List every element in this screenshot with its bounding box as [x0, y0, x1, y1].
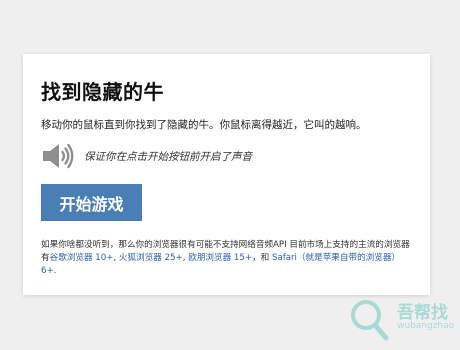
magnifier-icon — [351, 300, 389, 341]
game-card: 找到隐藏的牛 移动你的鼠标直到你找到了隐藏的牛。你鼠标离得越近，它叫的越响。 保… — [23, 54, 430, 295]
page-title: 找到隐藏的牛 — [41, 80, 164, 104]
firefox-link[interactable]: 火狐浏览器 25+ — [119, 253, 183, 263]
instructions-text: 移动你的鼠标直到你找到了隐藏的牛。你鼠标离得越近，它叫的越响。 — [41, 119, 367, 131]
sound-hint-text: 保证你在点击开始按钮前开启了声音 — [84, 150, 252, 163]
opera-link[interactable]: 欧朋浏览器 15+ — [188, 253, 252, 263]
start-game-button[interactable]: 开始游戏 — [41, 184, 142, 221]
sound-hint-row: 保证你在点击开始按钮前开启了声音 — [41, 142, 252, 170]
chrome-link[interactable]: 谷歌浏览器 10+ — [50, 253, 114, 263]
note-separator: ，和 — [252, 253, 272, 263]
watermark: 吾帮找 wubangzhao — [345, 296, 460, 350]
watermark-name: 吾帮找 — [397, 303, 448, 323]
browser-support-note: 如果你啥都没听到，那么你的浏览器很有可能不支持网络音频API 目前市场上支持的主… — [41, 239, 413, 278]
watermark-url: wubangzhao — [397, 321, 455, 331]
note-end: . — [53, 266, 57, 276]
speaker-volume-icon — [43, 143, 74, 169]
